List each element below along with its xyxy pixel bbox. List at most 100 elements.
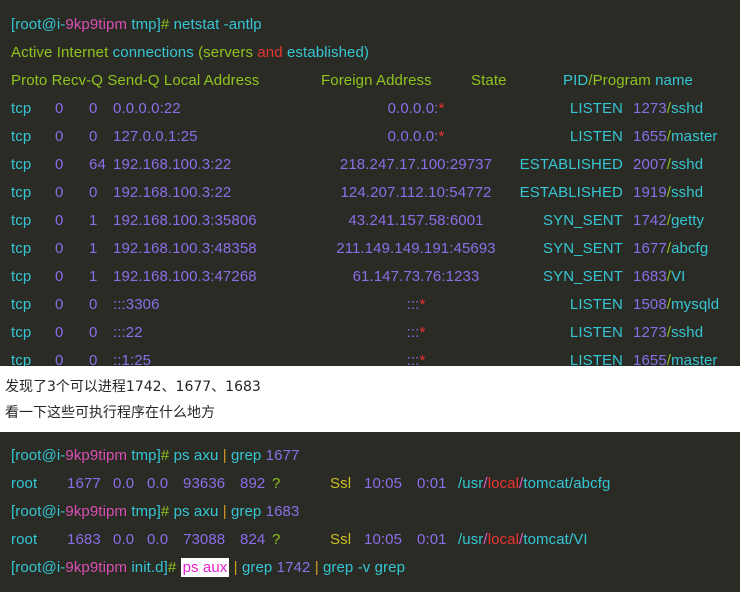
netstat-pid: 1683 bbox=[633, 268, 667, 285]
netstat-local-address: 192.168.100.3:35806 bbox=[113, 207, 321, 235]
ps-cpu: 0.0 bbox=[113, 526, 147, 554]
netstat-local-address: ::1:25 bbox=[113, 347, 321, 366]
netstat-proto: tcp bbox=[11, 291, 55, 319]
netstat-send-q-cell: 0 bbox=[89, 319, 113, 347]
netstat-recv-q: 0 bbox=[55, 179, 89, 207]
netstat-program-name: abcfg bbox=[671, 240, 708, 257]
netstat-proto: tcp bbox=[11, 319, 55, 347]
netstat-pid: 1655 bbox=[633, 128, 667, 145]
netstat-state: SYN_SENT bbox=[543, 268, 623, 285]
netstat-foreign-address: 43.241.157.58:6001 bbox=[348, 212, 483, 229]
netstat-send-q-cell: 64 bbox=[89, 151, 113, 179]
prompt-host: 9kp9tipm bbox=[65, 447, 127, 464]
netstat-pid: 1655 bbox=[633, 352, 667, 366]
banner-part-3: (servers bbox=[198, 44, 257, 61]
terminal-block-ps[interactable]: [root@i-9kp9tipm tmp]# ps axu | grep 167… bbox=[0, 432, 740, 592]
netstat-state: SYN_SENT bbox=[543, 212, 623, 229]
netstat-state-cell: LISTEN bbox=[511, 123, 623, 151]
netstat-proto: tcp bbox=[11, 207, 55, 235]
prompt-user: [root@i- bbox=[11, 447, 65, 464]
netstat-recv-q: 0 bbox=[55, 319, 89, 347]
netstat-row-container: tcp000.0.0.0:220.0.0.0:*LISTEN1273/sshdt… bbox=[0, 95, 740, 366]
netstat-foreign-address-cell: 43.241.157.58:6001 bbox=[321, 207, 511, 235]
terminal-block-netstat[interactable]: [root@i-9kp9tipm tmp]# netstat -antlp Ac… bbox=[0, 0, 740, 366]
netstat-send-q: 1 bbox=[89, 268, 97, 285]
netstat-local-address: 192.168.100.3:22 bbox=[113, 151, 321, 179]
ps-path-rest: tomcat/abcfg bbox=[523, 475, 610, 492]
netstat-program-name: mysqld bbox=[671, 296, 719, 313]
prompt-path: tmp] bbox=[127, 16, 161, 33]
netstat-local-address: 127.0.0.1:25 bbox=[113, 123, 321, 151]
netstat-foreign-address-cell: 211.149.149.191:45693 bbox=[321, 235, 511, 263]
screenshot-root: [root@i-9kp9tipm tmp]# netstat -antlp Ac… bbox=[0, 0, 740, 603]
netstat-proto: tcp bbox=[11, 347, 55, 366]
netstat-foreign-address-cell: :::* bbox=[321, 319, 511, 347]
netstat-send-q: 0 bbox=[89, 324, 97, 341]
netstat-foreign-address-cell: 0.0.0.0:* bbox=[321, 95, 511, 123]
netstat-row: tcp000.0.0.0:220.0.0.0:*LISTEN1273/sshd bbox=[0, 95, 740, 123]
highlighted-selection-ps-aux[interactable]: ps aux bbox=[181, 558, 230, 577]
netstat-proto: tcp bbox=[11, 263, 55, 291]
netstat-program-name: VI bbox=[671, 268, 685, 285]
ps-mem: 0.0 bbox=[147, 526, 183, 554]
netstat-send-q: 0 bbox=[89, 128, 97, 145]
netstat-state: SYN_SENT bbox=[543, 240, 623, 257]
command-grep-1: grep bbox=[238, 559, 277, 576]
netstat-state: LISTEN bbox=[570, 128, 623, 145]
netstat-state-cell: SYN_SENT bbox=[511, 207, 623, 235]
prompt-path: init.d] bbox=[127, 559, 168, 576]
netstat-send-q: 0 bbox=[89, 100, 97, 117]
prompt-host: 9kp9tipm bbox=[65, 16, 127, 33]
prompt-line-ps-1683: [root@i-9kp9tipm tmp]# ps axu | grep 168… bbox=[0, 498, 740, 526]
netstat-recv-q: 0 bbox=[55, 123, 89, 151]
netstat-pid: 2007 bbox=[633, 156, 667, 173]
banner-part-2: connections bbox=[113, 44, 198, 61]
netstat-state: ESTABLISHED bbox=[520, 184, 623, 201]
ps-start: 10:05 bbox=[364, 470, 417, 498]
note-line-1: 发现了3个可以进程1742、1677、1683 bbox=[2, 374, 740, 400]
netstat-row: tcp00:::22:::*LISTEN1273/sshd bbox=[0, 319, 740, 347]
header-slash-program: /Program bbox=[588, 72, 655, 89]
header-local-cols: Proto Recv-Q Send-Q Local Address bbox=[11, 67, 321, 95]
netstat-recv-q: 0 bbox=[55, 235, 89, 263]
netstat-recv-q: 0 bbox=[55, 291, 89, 319]
netstat-foreign-address: 0.0.0.0: bbox=[388, 128, 439, 145]
netstat-row: tcp01192.168.100.3:48358211.149.149.191:… bbox=[0, 235, 740, 263]
ps-path-usr: /usr bbox=[458, 531, 483, 548]
prompt-user: [root@i- bbox=[11, 559, 65, 576]
netstat-foreign-address: 61.147.73.76:1233 bbox=[353, 268, 480, 285]
ps-path-usr: /usr bbox=[458, 475, 483, 492]
netstat-pid: 1273 bbox=[633, 100, 667, 117]
header-pid: PID bbox=[563, 72, 588, 89]
netstat-row: tcp00192.168.100.3:22124.207.112.10:5477… bbox=[0, 179, 740, 207]
netstat-banner: Active Internet connections (servers and… bbox=[0, 39, 740, 67]
netstat-send-q: 0 bbox=[89, 352, 97, 366]
ps-pid: 1683 bbox=[67, 526, 113, 554]
netstat-proto: tcp bbox=[11, 95, 55, 123]
netstat-row: tcp064192.168.100.3:22218.247.17.100:297… bbox=[0, 151, 740, 179]
ps-output-row-1683: root16830.00.073088824?Ssl10:050:01/usr/… bbox=[0, 526, 740, 554]
netstat-state-cell: LISTEN bbox=[511, 319, 623, 347]
command-grep-2: grep -v grep bbox=[319, 559, 405, 576]
netstat-row: tcp00:::3306:::*LISTEN1508/mysqld bbox=[0, 291, 740, 319]
netstat-proto: tcp bbox=[11, 151, 55, 179]
netstat-send-q-cell: 0 bbox=[89, 347, 113, 366]
prompt-host: 9kp9tipm bbox=[65, 503, 127, 520]
header-name: name bbox=[655, 72, 693, 89]
netstat-foreign-address-cell: :::* bbox=[321, 291, 511, 319]
netstat-pid: 1919 bbox=[633, 184, 667, 201]
pipe-symbol-2: | bbox=[310, 559, 318, 576]
prompt-user: [root@i- bbox=[11, 503, 65, 520]
command-grep: grep bbox=[227, 447, 266, 464]
banner-part-5: established) bbox=[287, 44, 369, 61]
netstat-send-q-cell: 1 bbox=[89, 235, 113, 263]
netstat-send-q: 0 bbox=[89, 184, 97, 201]
netstat-row: tcp00127.0.0.1:250.0.0.0:*LISTEN1655/mas… bbox=[0, 123, 740, 151]
ps-start: 10:05 bbox=[364, 526, 417, 554]
command-ps: ps axu bbox=[169, 503, 222, 520]
ps-vsz: 73088 bbox=[183, 526, 240, 554]
ps-vsz: 93636 bbox=[183, 470, 240, 498]
netstat-foreign-wildcard: * bbox=[419, 324, 425, 341]
netstat-local-address: :::3306 bbox=[113, 291, 321, 319]
ps-pid: 1677 bbox=[67, 470, 113, 498]
